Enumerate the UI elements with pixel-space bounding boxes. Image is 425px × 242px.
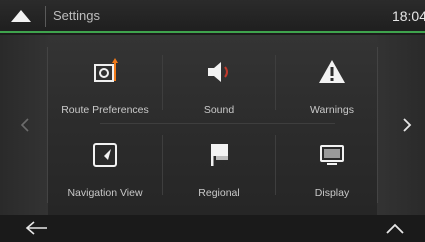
settings-grid: Route Preferences Sound Warnings Navigat… — [0, 35, 425, 215]
clock: 18:04 — [391, 8, 425, 24]
route-preferences-icon — [94, 58, 118, 82]
top-bar: Settings 18:04 — [0, 0, 425, 33]
warning-icon — [319, 60, 345, 83]
route-preferences-tile[interactable]: Route Preferences — [48, 47, 162, 125]
navigation-view-icon — [93, 143, 117, 167]
display-icon — [320, 145, 344, 165]
chevron-right-icon[interactable] — [402, 117, 412, 133]
tile-label: Route Preferences — [61, 104, 149, 116]
warnings-tile[interactable]: Warnings — [275, 47, 389, 125]
collapse-menu-icon[interactable] — [10, 8, 32, 24]
chevron-left-icon[interactable] — [20, 117, 30, 133]
flag-icon — [211, 144, 228, 166]
page-title: Settings — [53, 8, 100, 23]
navigation-view-tile[interactable]: Navigation View — [48, 130, 162, 208]
tile-label: Navigation View — [67, 187, 143, 199]
sound-tile[interactable]: Sound — [162, 47, 276, 125]
display-tile[interactable]: Display — [275, 130, 389, 208]
chevron-up-icon[interactable] — [365, 215, 425, 242]
back-arrow-icon[interactable] — [15, 215, 75, 242]
tile-label: Display — [314, 187, 350, 199]
tile-label: Sound — [203, 104, 235, 116]
regional-tile[interactable]: Regional — [162, 130, 276, 208]
header-divider — [45, 6, 46, 27]
tile-label: Regional — [198, 187, 240, 199]
bottom-bar — [0, 215, 425, 242]
tile-label: Warnings — [310, 104, 354, 116]
speaker-icon — [208, 62, 228, 82]
